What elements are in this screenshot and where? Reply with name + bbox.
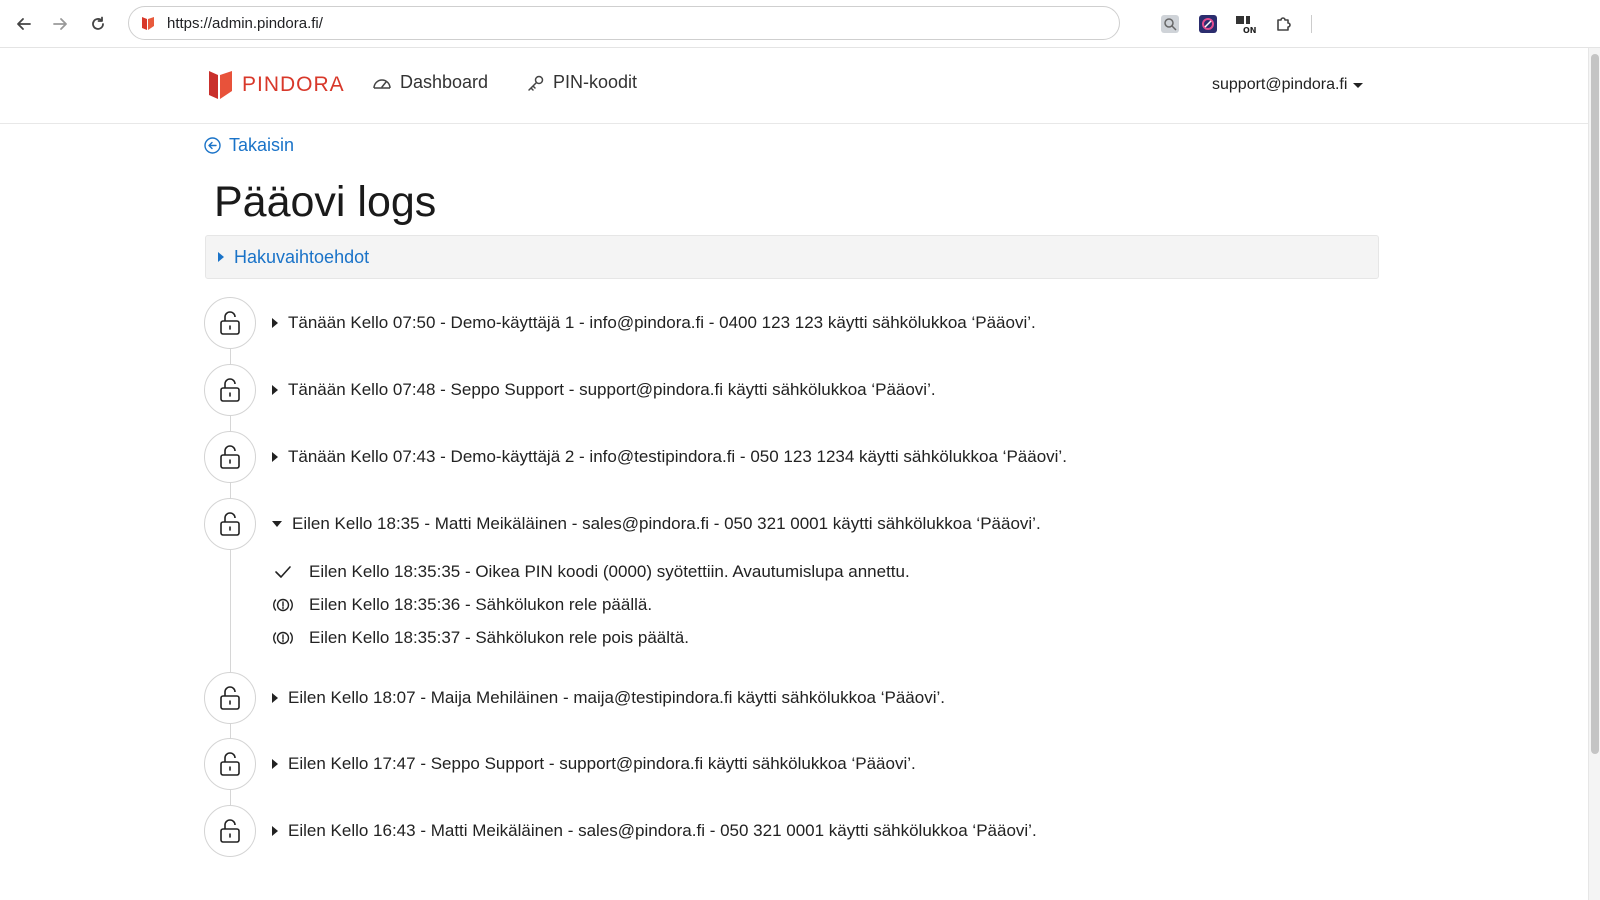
brand-logo[interactable]: PINDORA — [208, 68, 345, 102]
log-detail-item: Eilen Kello 18:35:37 - Sähkölukon rele p… — [271, 626, 689, 650]
user-email: support@pindora.fi — [1212, 76, 1348, 93]
circle-arrow-left-icon — [204, 137, 221, 154]
toolbar-divider — [1311, 15, 1312, 33]
log-entry-text: Eilen Kello 17:47 - Seppo Support - supp… — [288, 754, 916, 773]
unlock-icon — [204, 738, 256, 790]
site-favicon-icon — [141, 15, 155, 31]
log-entry-toggle[interactable]: Eilen Kello 16:43 - Matti Meikäläinen - … — [272, 821, 1037, 841]
log-entry-text: Tänään Kello 07:50 - Demo-käyttäjä 1 - i… — [288, 313, 1036, 332]
caret-right-icon — [272, 826, 278, 836]
magnifier-extension-icon[interactable] — [1158, 12, 1182, 36]
nav-dashboard[interactable]: Dashboard — [372, 72, 488, 93]
log-detail-item: Eilen Kello 18:35:36 - Sähkölukon rele p… — [271, 593, 652, 617]
log-detail-text: Eilen Kello 18:35:35 - Oikea PIN koodi (… — [309, 562, 910, 581]
caret-right-icon — [272, 385, 278, 395]
speedometer-icon — [373, 78, 391, 89]
log-entry-toggle[interactable]: Eilen Kello 18:35 - Matti Meikäläinen - … — [272, 514, 1041, 534]
search-options-toggle[interactable]: Hakuvaihtoehdot — [205, 235, 1379, 279]
page-scrollbar[interactable] — [1588, 48, 1600, 900]
nav-dashboard-label: Dashboard — [400, 72, 489, 92]
caret-right-icon — [272, 693, 278, 703]
color-picker-extension-icon[interactable] — [1196, 12, 1220, 36]
log-entry-toggle[interactable]: Eilen Kello 18:07 - Maija Mehiläinen - m… — [272, 688, 945, 708]
caret-right-icon — [218, 252, 224, 262]
unlock-icon — [204, 431, 256, 483]
toggle-on-extension-icon[interactable]: ON — [1234, 12, 1258, 36]
reload-icon[interactable] — [86, 12, 110, 36]
puzzle-extensions-icon[interactable] — [1272, 12, 1296, 36]
log-entry: Eilen Kello 16:43 - Matti Meikäläinen - … — [204, 805, 1037, 857]
back-link[interactable]: Takaisin — [204, 135, 294, 156]
checkmark-icon — [271, 560, 295, 584]
url-text: https://admin.pindora.fi/ — [167, 14, 323, 32]
unlock-icon — [204, 364, 256, 416]
log-entry: Eilen Kello 18:07 - Maija Mehiläinen - m… — [204, 672, 945, 724]
log-detail-text: Eilen Kello 18:35:37 - Sähkölukon rele p… — [309, 628, 689, 647]
log-entry-text: Tänään Kello 07:48 - Seppo Support - sup… — [288, 380, 936, 399]
caret-right-icon — [272, 759, 278, 769]
unlock-icon — [204, 672, 256, 724]
log-entry: Tänään Kello 07:50 - Demo-käyttäjä 1 - i… — [204, 297, 1036, 349]
search-options-label: Hakuvaihtoehdot — [234, 246, 370, 267]
unlock-icon — [204, 297, 256, 349]
log-entry-text: Eilen Kello 18:35 - Matti Meikäläinen - … — [292, 514, 1041, 533]
log-entry: Tänään Kello 07:43 - Demo-käyttäjä 2 - i… — [204, 431, 1067, 483]
caret-down-icon — [1353, 82, 1364, 88]
log-entry-toggle[interactable]: Tänään Kello 07:48 - Seppo Support - sup… — [272, 380, 936, 400]
log-entry-expanded: Eilen Kello 18:35 - Matti Meikäläinen - … — [204, 498, 1041, 550]
log-detail-text: Eilen Kello 18:35:36 - Sähkölukon rele p… — [309, 595, 653, 614]
log-entry: Tänään Kello 07:48 - Seppo Support - sup… — [204, 364, 936, 416]
brand-name: PINDORA — [242, 73, 345, 96]
alert-signal-icon — [271, 626, 295, 650]
svg-text:ON: ON — [1243, 26, 1257, 35]
unlock-icon — [204, 805, 256, 857]
caret-right-icon — [272, 452, 278, 462]
log-entry-text: Eilen Kello 16:43 - Matti Meikäläinen - … — [288, 821, 1037, 840]
forward-arrow-icon[interactable] — [48, 12, 72, 36]
user-menu-dropdown[interactable]: support@pindora.fi — [1212, 76, 1364, 94]
unlock-icon — [204, 498, 256, 550]
alert-signal-icon — [271, 593, 295, 617]
caret-down-icon — [272, 521, 282, 527]
app-header: PINDORA Dashboard PIN-koodit support@pin… — [0, 48, 1588, 124]
back-link-label: Takaisin — [229, 135, 295, 155]
address-bar[interactable]: https://admin.pindora.fi/ — [128, 6, 1120, 40]
browser-toolbar: https://admin.pindora.fi/ ON — [0, 0, 1600, 48]
pindora-logo-icon — [209, 71, 232, 99]
log-entry-toggle[interactable]: Tänään Kello 07:43 - Demo-käyttäjä 2 - i… — [272, 447, 1067, 467]
log-entry-toggle[interactable]: Tänään Kello 07:50 - Demo-käyttäjä 1 - i… — [272, 313, 1036, 333]
log-entry: Eilen Kello 17:47 - Seppo Support - supp… — [204, 738, 916, 790]
caret-right-icon — [272, 318, 278, 328]
log-entry-text: Tänään Kello 07:43 - Demo-käyttäjä 2 - i… — [288, 447, 1067, 466]
nav-pin-codes-label: PIN-koodit — [553, 72, 638, 92]
scrollbar-thumb[interactable] — [1591, 54, 1599, 754]
key-icon — [528, 75, 544, 91]
page-title: Pääovi logs — [214, 178, 437, 226]
log-entry-text: Eilen Kello 18:07 - Maija Mehiläinen - m… — [288, 688, 945, 707]
log-entry-toggle[interactable]: Eilen Kello 17:47 - Seppo Support - supp… — [272, 754, 916, 774]
nav-pin-codes[interactable]: PIN-koodit — [527, 72, 637, 93]
log-detail-item: Eilen Kello 18:35:35 - Oikea PIN koodi (… — [271, 560, 910, 584]
back-arrow-icon[interactable] — [12, 12, 36, 36]
